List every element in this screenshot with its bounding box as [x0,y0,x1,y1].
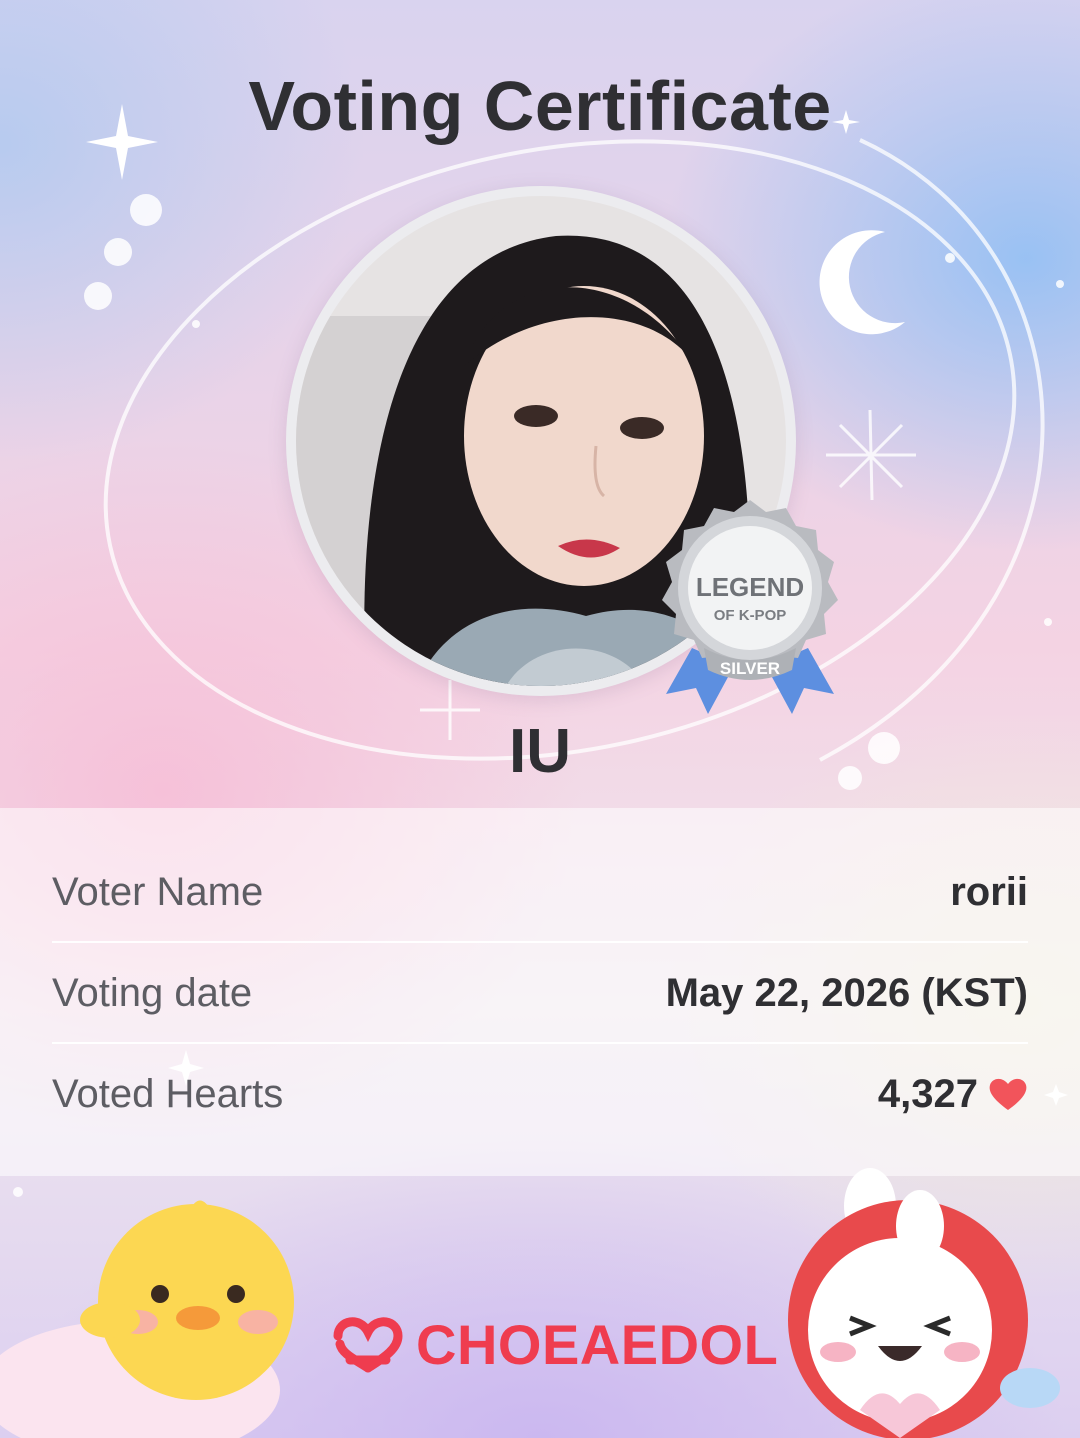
certificate-details: Voter Name rorii Voting date May 22, 202… [0,808,1080,1176]
bubble [104,238,132,266]
brand-logo: CHOEAEDOL [328,1312,778,1376]
detail-label: Voted Hearts [52,1071,284,1116]
detail-row-voting-date: Voting date May 22, 2026 (KST) [52,943,1028,1043]
moon-icon [819,230,905,335]
brand-name: CHOEAEDOL [416,1312,779,1376]
orbit-arc [819,138,1045,762]
badge-tier: SILVER [720,659,780,678]
sparkle-icon [826,409,916,501]
bubble [84,282,112,310]
legend-badge-icon: LEGEND OF K-POP SILVER [662,500,838,714]
bubble [130,194,162,226]
badge-title: LEGEND [696,572,804,602]
chick-mascot [0,1200,294,1438]
bunny-mascot [788,1168,1060,1438]
certificate-page: Voting Certificate LEGEND OF K-POP SILVE… [0,0,1080,1438]
detail-row-voted-hearts: Voted Hearts 4,327 [52,1044,1028,1144]
hearts-count: 4,327 [877,1071,978,1116]
artist-name: IU [509,717,571,786]
badge-subtitle: OF K-POP [714,607,787,624]
choeaedol-logo-icon [333,1317,403,1373]
detail-label: Voting date [52,970,253,1015]
detail-value: May 22, 2026 (KST) [665,970,1028,1015]
detail-value: rorii [950,869,1028,914]
detail-row-voter-name: Voter Name rorii [52,842,1028,942]
detail-value-hearts: 4,327 [878,1072,1028,1117]
detail-label: Voter Name [52,869,264,914]
page-title: Voting Certificate [248,67,832,145]
heart-icon [989,1078,1027,1110]
